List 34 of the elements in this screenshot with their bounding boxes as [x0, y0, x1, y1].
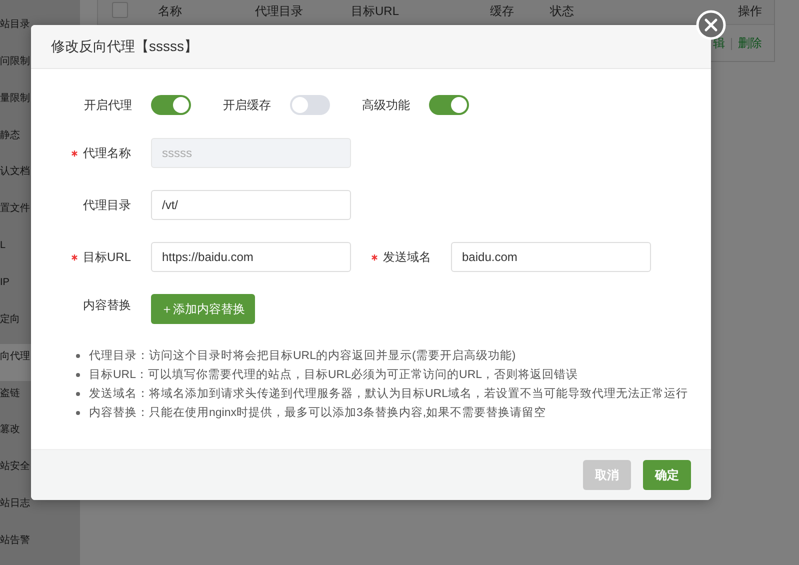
column-header: 状态	[550, 3, 574, 20]
select-all-checkbox[interactable]	[112, 2, 128, 18]
toggle-switch[interactable]	[151, 95, 191, 115]
help-note: 代理目录：访问这个目录时将会把目标URL的内容返回并显示(需要开启高级功能)	[89, 348, 516, 363]
required-asterisk-icon	[70, 254, 78, 260]
action-link[interactable]: 删除	[738, 35, 762, 52]
required-asterisk-icon	[71, 150, 78, 156]
text-field[interactable]: /vt/	[151, 190, 351, 220]
action-link[interactable]: 辑	[713, 35, 725, 52]
field-label: 代理目录	[83, 196, 131, 214]
sidebar-item[interactable]: 站告警	[0, 528, 80, 565]
toggle-switch[interactable]	[429, 95, 469, 115]
toggle-label: 高级功能	[362, 96, 411, 114]
required-asterisk-icon	[371, 254, 378, 260]
toggle-label: 开启代理	[84, 96, 133, 114]
toggle-label: 开启缓存	[223, 96, 272, 114]
add-replacement-button[interactable]: ＋添加内容替换	[151, 294, 255, 324]
column-header: 操作	[738, 3, 762, 20]
toggle-switch[interactable]	[290, 95, 330, 115]
confirm-button[interactable]: 确定	[643, 460, 691, 490]
column-header: 缓存	[490, 3, 514, 20]
help-note: 发送域名：将域名添加到请求头传递到代理服务器，默认为目标URL域名，若设置不当可能导致代理无法正常运行	[89, 386, 688, 401]
help-note: 目标URL：可以填写你需要代理的站点，目标URL必须为可正常访问的URL，否则将返回错误	[89, 367, 578, 382]
field-label: 代理名称	[83, 144, 131, 162]
column-header: 目标URL	[351, 3, 400, 20]
field-label: 发送域名	[383, 248, 431, 266]
column-header: 代理目录	[255, 3, 303, 20]
field-label: 目标URL	[82, 248, 131, 266]
dialog-title: 修改反向代理【sssss】	[51, 38, 198, 56]
column-header: 名称	[158, 3, 182, 20]
text-field[interactable]: https://baidu.com	[151, 242, 351, 272]
text-field[interactable]: baidu.com	[451, 242, 651, 272]
field-label: 内容替换	[83, 297, 131, 314]
help-note: 内容替换：只能在使用nginx时提供，最多可以添加3条替换内容,如果不需要替换请留空	[89, 405, 546, 420]
